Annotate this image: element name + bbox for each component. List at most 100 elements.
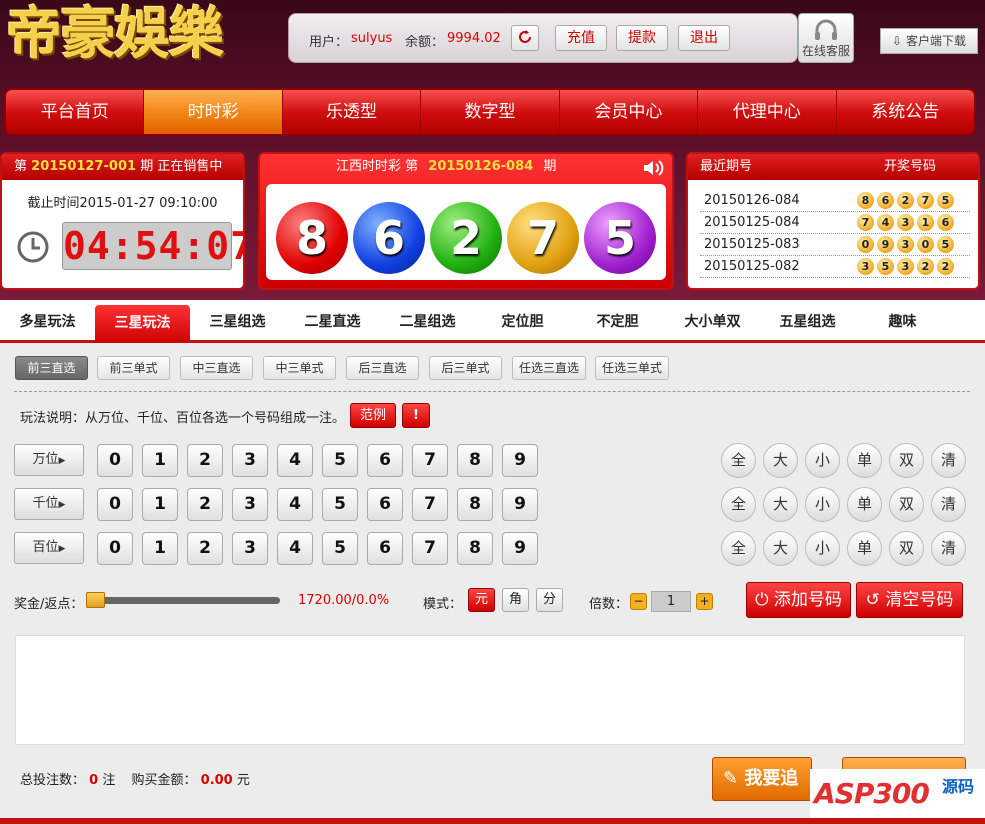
digit-button[interactable]: 6 (367, 444, 403, 477)
digit-button[interactable]: 8 (457, 532, 493, 565)
tab-two-star-direct[interactable]: 二星直选 (285, 303, 380, 340)
digit-button[interactable]: 2 (187, 488, 223, 521)
digit-button[interactable]: 3 (232, 532, 268, 565)
digit-button[interactable]: 0 (97, 488, 133, 521)
tab-two-star-group[interactable]: 二星组选 (380, 303, 475, 340)
digit-button[interactable]: 8 (457, 488, 493, 521)
quick-clear-button[interactable]: 清 (931, 487, 966, 522)
tab-fun[interactable]: 趣味 (855, 303, 950, 340)
clear-numbers-button[interactable]: ↺ 清空号码 (856, 582, 963, 618)
digit-button[interactable]: 0 (97, 532, 133, 565)
online-support-button[interactable]: 在线客服 (798, 13, 854, 63)
nav-member[interactable]: 会员中心 (560, 90, 699, 134)
slider-handle[interactable] (86, 592, 105, 608)
digit-button[interactable]: 7 (412, 444, 448, 477)
quick-even-button[interactable]: 双 (889, 443, 924, 478)
quick-odd-button[interactable]: 单 (847, 443, 882, 478)
tab-multi-star[interactable]: 多星玩法 (0, 303, 95, 340)
digit-button[interactable]: 1 (142, 532, 178, 565)
amount-value: 0.00 (200, 773, 233, 788)
digit-button[interactable]: 4 (277, 532, 313, 565)
subtab-mid-three-direct[interactable]: 中三直选 (180, 356, 253, 380)
tab-three-star[interactable]: 三星玩法 (95, 305, 190, 343)
nav-home[interactable]: 平台首页 (6, 90, 145, 134)
digit-button[interactable]: 8 (457, 444, 493, 477)
quick-even-button[interactable]: 双 (889, 531, 924, 566)
digit-button[interactable]: 1 (142, 488, 178, 521)
tab-any-position[interactable]: 不定胆 (570, 303, 665, 340)
position-label-qian[interactable]: 千位▶ (14, 488, 84, 520)
tab-position[interactable]: 定位胆 (475, 303, 570, 340)
digit-button[interactable]: 9 (502, 444, 538, 477)
subtab-mid-three-single[interactable]: 中三单式 (263, 356, 336, 380)
multiple-input[interactable]: 1 (651, 591, 691, 612)
nav-lotto[interactable]: 乐透型 (283, 90, 422, 134)
multiple-plus-button[interactable]: + (696, 593, 713, 610)
mode-jiao-button[interactable]: 角 (502, 588, 529, 612)
digit-button[interactable]: 3 (232, 488, 268, 521)
digit-button[interactable]: 6 (367, 532, 403, 565)
tab-five-star-group[interactable]: 五星组选 (760, 303, 855, 340)
quick-small-button[interactable]: 小 (805, 443, 840, 478)
position-label-bai[interactable]: 百位▶ (14, 532, 84, 564)
tab-three-star-group[interactable]: 三星组选 (190, 303, 285, 340)
quick-odd-button[interactable]: 单 (847, 531, 882, 566)
quick-all-button[interactable]: 全 (721, 487, 756, 522)
subtab-any-three-direct[interactable]: 任选三直选 (512, 356, 586, 380)
quick-big-button[interactable]: 大 (763, 487, 798, 522)
client-download-button[interactable]: ⇩ 客户端下载 (880, 28, 978, 54)
speaker-icon[interactable] (642, 158, 664, 178)
digit-button[interactable]: 9 (502, 532, 538, 565)
digit-button[interactable]: 4 (277, 444, 313, 477)
subtab-back-three-single[interactable]: 后三单式 (429, 356, 502, 380)
quick-big-button[interactable]: 大 (763, 443, 798, 478)
multiple-minus-button[interactable]: − (630, 593, 647, 610)
refresh-balance-button[interactable] (511, 25, 539, 51)
logout-button[interactable]: 退出 (678, 25, 730, 51)
quick-big-button[interactable]: 大 (763, 531, 798, 566)
draw-ball-5: 5 (584, 202, 656, 274)
nav-digit[interactable]: 数字型 (421, 90, 560, 134)
subtab-any-three-single[interactable]: 任选三单式 (595, 356, 669, 380)
nav-agent[interactable]: 代理中心 (698, 90, 837, 134)
digit-button[interactable]: 5 (322, 532, 358, 565)
quick-clear-button[interactable]: 清 (931, 531, 966, 566)
recharge-button[interactable]: 充值 (555, 25, 607, 51)
digit-button[interactable]: 5 (322, 444, 358, 477)
nav-ssc[interactable]: 时时彩 (144, 90, 283, 134)
quick-clear-button[interactable]: 清 (931, 443, 966, 478)
subtab-front-three-direct[interactable]: 前三直选 (15, 356, 88, 380)
mode-yuan-button[interactable]: 元 (468, 588, 495, 612)
nav-notice[interactable]: 系统公告 (837, 90, 974, 134)
quick-all-button[interactable]: 全 (721, 531, 756, 566)
digit-button[interactable]: 3 (232, 444, 268, 477)
quick-even-button[interactable]: 双 (889, 487, 924, 522)
add-numbers-button[interactable]: ⏻ 添加号码 (746, 582, 851, 618)
tab-big-small[interactable]: 大小单双 (665, 303, 760, 340)
chase-button[interactable]: ✎ 我要追 (712, 757, 812, 801)
digit-button[interactable]: 2 (187, 444, 223, 477)
digit-button[interactable]: 0 (97, 444, 133, 477)
example-button[interactable]: 范例 (350, 403, 396, 428)
quick-small-button[interactable]: 小 (805, 531, 840, 566)
mode-fen-button[interactable]: 分 (536, 588, 563, 612)
quick-odd-button[interactable]: 单 (847, 487, 882, 522)
subtab-front-three-single[interactable]: 前三单式 (97, 356, 170, 380)
warning-icon[interactable]: ! (402, 403, 430, 428)
position-label-wan[interactable]: 万位▶ (14, 444, 84, 476)
digit-button[interactable]: 1 (142, 444, 178, 477)
digit-button[interactable]: 9 (502, 488, 538, 521)
quick-all-button[interactable]: 全 (721, 443, 756, 478)
withdraw-button[interactable]: 提款 (616, 25, 668, 51)
selected-numbers-box[interactable] (15, 635, 965, 745)
subtab-back-three-direct[interactable]: 后三直选 (346, 356, 419, 380)
digit-button[interactable]: 7 (412, 532, 448, 565)
bonus-slider[interactable] (88, 597, 280, 604)
digit-button[interactable]: 4 (277, 488, 313, 521)
digit-button[interactable]: 2 (187, 532, 223, 565)
digit-button[interactable]: 7 (412, 488, 448, 521)
digit-button[interactable]: 5 (322, 488, 358, 521)
quick-small-button[interactable]: 小 (805, 487, 840, 522)
bet-count-label: 总投注数： (20, 773, 86, 788)
digit-button[interactable]: 6 (367, 488, 403, 521)
